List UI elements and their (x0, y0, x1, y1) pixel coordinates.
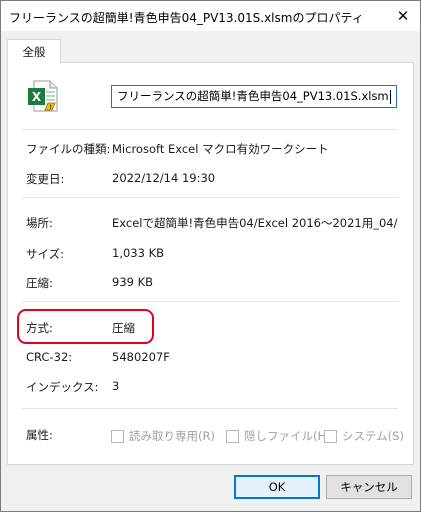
crc-label: CRC-32: (26, 350, 73, 364)
compressed-size-label: 圧縮: (26, 276, 53, 290)
close-button[interactable]: ✕ (386, 1, 420, 31)
system-checkbox[interactable]: システム(S) (324, 428, 404, 444)
svg-text:!: ! (49, 104, 52, 111)
size-label: サイズ: (26, 247, 65, 261)
separator (22, 408, 398, 409)
general-panel: X ! フリーランスの超簡単!青色申告04_PV13.01S.xlsm ファイル… (7, 62, 414, 465)
ok-button[interactable]: OK (234, 475, 320, 499)
checkbox-box (111, 429, 124, 443)
separator (22, 301, 398, 302)
excel-macro-file-icon: X ! (28, 80, 58, 112)
method-label: 方式: (26, 321, 53, 335)
file-name-input[interactable]: フリーランスの超簡単!青色申告04_PV13.01S.xlsm (111, 85, 397, 108)
modified-label: 変更日: (26, 172, 65, 186)
modified-value: 2022/12/14 19:30 (112, 171, 216, 185)
method-value: 圧縮 (112, 321, 135, 335)
file-type-label: ファイルの種類: (26, 142, 111, 156)
separator (22, 129, 398, 130)
svg-text:X: X (32, 90, 42, 104)
cancel-button[interactable]: キャンセル (326, 475, 412, 499)
checkbox-box (226, 429, 239, 443)
hidden-checkbox-label: 隠しファイル(H) (244, 429, 331, 443)
properties-dialog: フリーランスの超簡単!青色申告04_PV13.01S.xlsmのプロパティ ✕ … (0, 0, 421, 512)
close-icon: ✕ (396, 7, 410, 25)
index-value: 3 (112, 379, 120, 393)
attributes-label: 属性: (26, 428, 53, 442)
index-label: インデックス: (26, 380, 99, 394)
crc-value: 5480207F (112, 350, 170, 364)
readonly-checkbox-label: 読み取り専用(R) (129, 429, 215, 443)
window-title: フリーランスの超簡単!青色申告04_PV13.01S.xlsmのプロパティ (9, 11, 364, 25)
separator (22, 197, 398, 198)
title-bar[interactable]: フリーランスの超簡単!青色申告04_PV13.01S.xlsmのプロパティ ✕ (1, 1, 420, 31)
tab-general[interactable]: 全般 (7, 39, 61, 64)
hidden-checkbox[interactable]: 隠しファイル(H) (226, 428, 331, 444)
location-label: 場所: (26, 216, 53, 230)
compressed-size-value: 939 KB (112, 275, 154, 289)
location-value: Excelで超簡単!青色申告04/Excel 2016〜2021用_04/ (112, 216, 398, 230)
file-type-value: Microsoft Excel マクロ有効ワークシート (112, 142, 329, 156)
system-checkbox-label: システム(S) (342, 429, 404, 443)
size-value: 1,033 KB (112, 246, 165, 260)
text-caret (389, 89, 391, 104)
readonly-checkbox[interactable]: 読み取り専用(R) (111, 428, 215, 444)
checkbox-box (324, 429, 337, 443)
file-name-text: フリーランスの超簡単!青色申告04_PV13.01S.xlsm (117, 89, 389, 103)
tab-general-label: 全般 (22, 45, 46, 59)
